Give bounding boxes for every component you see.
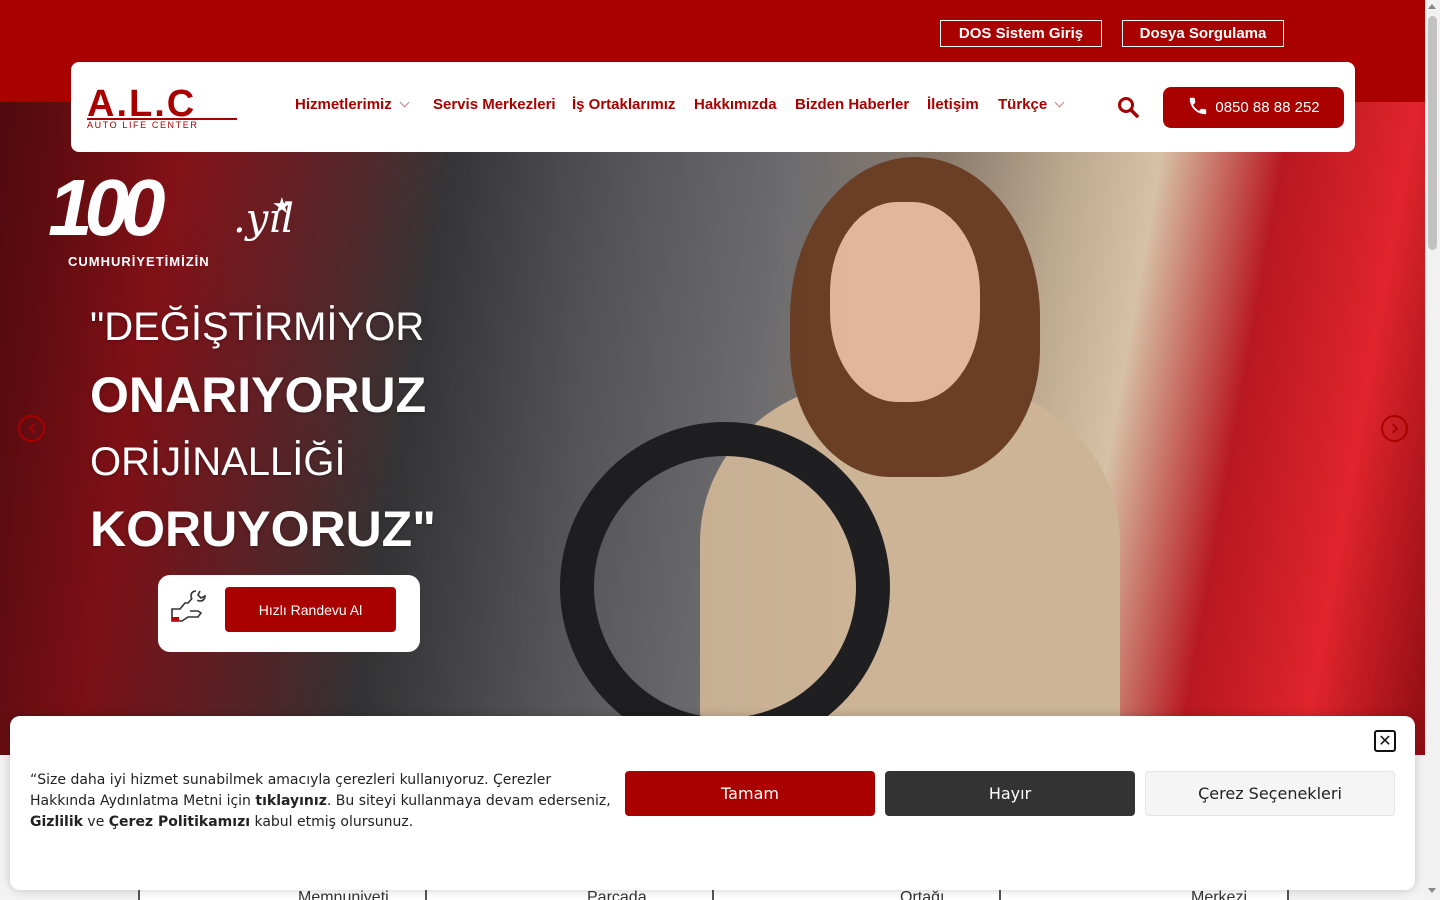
nav-item-label: İş Ortaklarımız: [572, 96, 676, 113]
search-icon[interactable]: [1117, 96, 1139, 118]
hero-slogan-line: KORUYORUZ": [90, 501, 436, 557]
scrollbar-thumb[interactable]: [1428, 16, 1437, 250]
feature-card-label: Ortağı: [900, 889, 945, 900]
cookie-message: “Size daha iyi hizmet sunabilmek amacıyl…: [30, 770, 620, 833]
phone-number: 0850 88 88 252: [1215, 99, 1320, 116]
slider-next-arrow-icon[interactable]: [1381, 415, 1408, 442]
nav-item-contact[interactable]: İletişim: [927, 96, 979, 113]
nav-item-label: Türkçe: [998, 96, 1048, 113]
quick-appointment-box: Hızlı Randevu Al: [158, 575, 420, 652]
nav-item-about[interactable]: Hakkımızda: [694, 96, 777, 113]
cookie-consent-banner: ✕ “Size daha iyi hizmet sunabilmek amacı…: [10, 716, 1415, 890]
reject-cookies-button[interactable]: Hayır: [885, 771, 1135, 816]
quick-appointment-button[interactable]: Hızlı Randevu Al: [225, 587, 396, 632]
republic-100-year-badge: 100 ★ .yıl CUMHURİYETİMİZİN: [48, 168, 318, 273]
nav-item-label: Hakkımızda: [694, 96, 777, 113]
badge-year-text: .yıl: [233, 196, 294, 242]
scroll-down-icon[interactable]: [1428, 888, 1436, 893]
nav-item-language[interactable]: Türkçe: [998, 96, 1065, 113]
nav-item-news[interactable]: Bizden Haberler: [795, 96, 909, 113]
badge-subtitle: CUMHURİYETİMİZİN: [68, 254, 210, 269]
cookie-options-button[interactable]: Çerez Seçenekleri: [1145, 771, 1395, 816]
cookie-policy-link[interactable]: Çerez Politikamızı: [109, 814, 250, 830]
cookie-text-part: ve: [82, 814, 109, 830]
page-scrollbar[interactable]: [1425, 0, 1440, 900]
badge-number: 100: [48, 163, 166, 252]
nav-item-label: Hizmetlerimiz: [295, 96, 392, 113]
cookie-text-part: . Bu siteyi kullanmaya devam ederseniz,: [326, 793, 611, 809]
scroll-up-icon[interactable]: [1428, 4, 1436, 9]
chevron-down-icon: [399, 97, 410, 108]
alc-logo[interactable]: A.L.C AUTO LIFE CENTER: [87, 83, 237, 130]
slider-prev-arrow-icon[interactable]: [18, 415, 45, 442]
dos-login-button[interactable]: DOS Sistem Giriş: [940, 20, 1102, 47]
nav-item-label: Bizden Haberler: [795, 96, 910, 113]
wrench-hand-icon: [168, 587, 213, 632]
main-navbar: A.L.C AUTO LIFE CENTER Hizmetlerimiz Ser…: [71, 62, 1355, 152]
phone-call-button[interactable]: 0850 88 88 252: [1163, 87, 1344, 128]
nav-item-label: İletişim: [927, 96, 979, 113]
feature-card-label: Memnuniyeti: [298, 889, 389, 900]
hero-slogan-line: ORİJİNALLİĞİ: [90, 440, 346, 484]
nav-item-label: Servis Merkezleri: [433, 96, 556, 113]
feature-card-label: Merkezi: [1191, 889, 1248, 900]
nav-item-service-centers[interactable]: Servis Merkezleri: [433, 96, 556, 113]
chevron-down-icon: [1054, 97, 1065, 108]
hero-slogan-line: ONARIYORUZ: [90, 367, 427, 423]
cookie-text-part: kabul etmiş olursunuz.: [250, 814, 414, 830]
privacy-link[interactable]: Gizlilik: [30, 814, 83, 830]
accept-cookies-button[interactable]: Tamam: [625, 771, 875, 816]
feature-card-label: Parçada: [587, 889, 647, 900]
logo-text: A.L.C: [87, 83, 197, 125]
logo-subtitle: AUTO LIFE CENTER: [87, 118, 237, 130]
close-icon[interactable]: ✕: [1374, 730, 1396, 752]
file-query-button[interactable]: Dosya Sorgulama: [1122, 20, 1284, 47]
hero-slogan-line: "DEĞİŞTİRMİYOR: [90, 305, 425, 349]
nav-item-services[interactable]: Hizmetlerimiz: [295, 96, 410, 113]
phone-icon: [1187, 95, 1215, 121]
cookie-info-link[interactable]: tıklayınız: [255, 793, 326, 809]
nav-item-partners[interactable]: İş Ortaklarımız: [572, 96, 675, 113]
